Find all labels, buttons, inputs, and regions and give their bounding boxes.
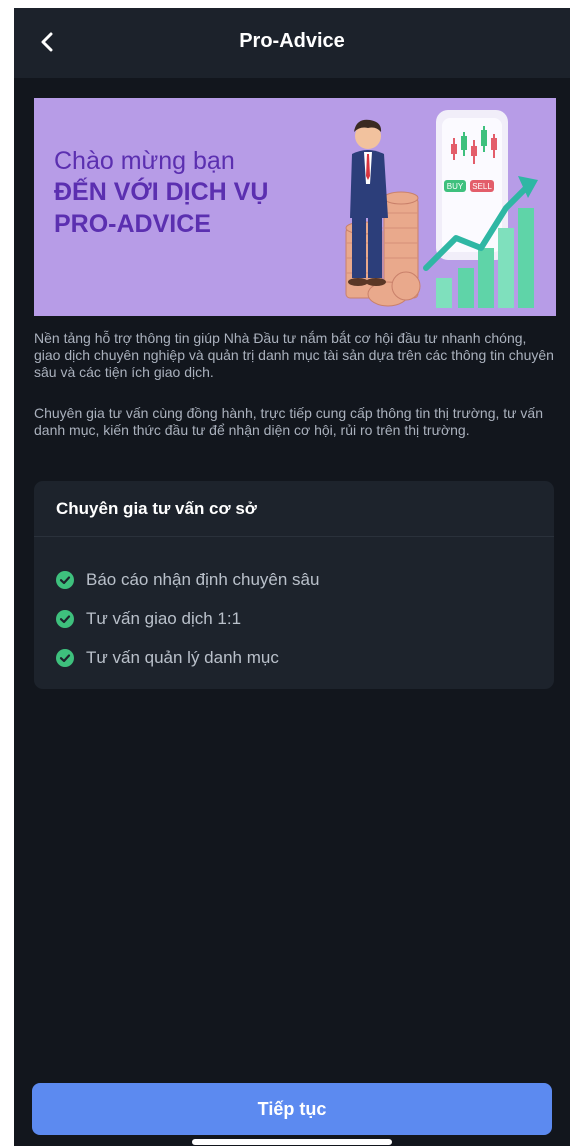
page-title: Pro-Advice xyxy=(239,30,345,52)
description-paragraph-2: Chuyên gia tư vấn cùng đồng hành, trực t… xyxy=(34,405,543,438)
feature-item: Báo cáo nhận định chuyên sâu xyxy=(56,568,319,592)
feature-label: Báo cáo nhận định chuyên sâu xyxy=(86,570,320,589)
banner-subtitle: ĐẾN VỚI DỊCH VỤ xyxy=(54,178,269,206)
continue-button[interactable]: Tiếp tục xyxy=(32,1083,552,1135)
buy-tag: BUY xyxy=(447,182,464,191)
feature-label: Tư vấn quản lý danh mục xyxy=(86,648,279,667)
banner-greeting: Chào mừng bạn xyxy=(54,147,235,175)
banner-illustration: BUY SELL xyxy=(345,110,538,308)
banner-text: Chào mừng bạn ĐẾN VỚI DỊCH VỤ PRO-ADVICE xyxy=(54,146,268,240)
banner-service-name: PRO-ADVICE xyxy=(54,210,211,238)
card-divider xyxy=(34,536,554,537)
plan-card-title: Chuyên gia tư vấn cơ sở xyxy=(56,499,257,518)
description-paragraph-1: Nền tảng hỗ trợ thông tin giúp Nhà Đầu t… xyxy=(34,330,554,380)
feature-item: Tư vấn quản lý danh mục xyxy=(56,646,279,670)
plan-card[interactable]: Chuyên gia tư vấn cơ sở Báo cáo nhận địn… xyxy=(34,481,554,689)
welcome-banner: Chào mừng bạn ĐẾN VỚI DỊCH VỤ PRO-ADVICE… xyxy=(34,98,556,316)
feature-label: Tư vấn giao dịch 1:1 xyxy=(86,609,242,628)
header-bar: Pro-Advice xyxy=(14,8,570,78)
check-circle-icon xyxy=(56,649,74,667)
feature-item: Tư vấn giao dịch 1:1 xyxy=(56,607,241,631)
home-indicator[interactable] xyxy=(192,1139,392,1145)
check-circle-icon xyxy=(56,571,74,589)
app-screen: Pro-Advice Chào mừng bạn ĐẾN VỚI DỊCH VỤ… xyxy=(14,8,570,1146)
sell-tag: SELL xyxy=(472,182,492,191)
check-circle-icon xyxy=(56,610,74,628)
